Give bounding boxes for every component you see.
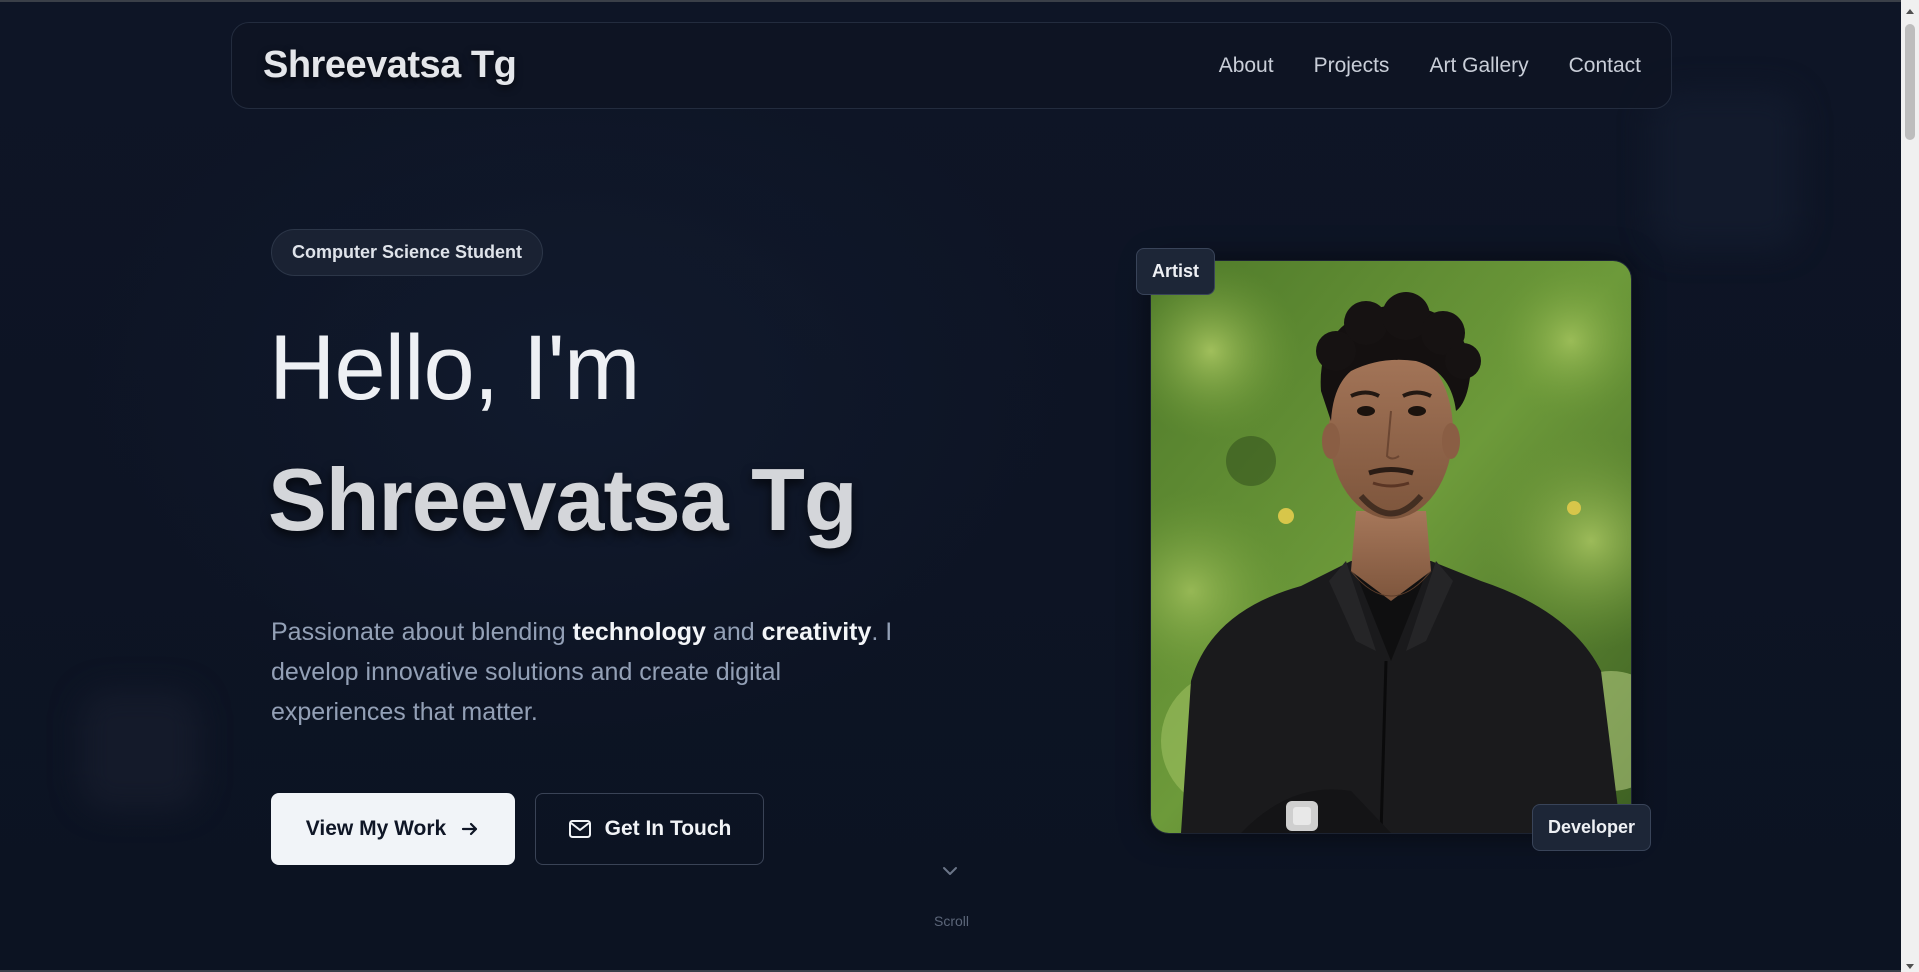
scroll-label: Scroll [934, 913, 970, 929]
intro-emphasis-creativity: creativity [761, 618, 872, 646]
page: Shreevatsa Tg About Projects Art Gallery… [0, 0, 1919, 972]
brand-logo[interactable]: Shreevatsa Tg [263, 44, 517, 87]
get-in-touch-label: Get In Touch [604, 817, 732, 840]
intro-text: Passionate about blending [271, 618, 573, 646]
scrollbar-thumb[interactable] [1905, 24, 1915, 140]
nav-link-contact[interactable]: Contact [1569, 54, 1641, 78]
window-top-edge [0, 0, 1919, 2]
nav-links: About Projects Art Gallery Contact [1219, 54, 1641, 78]
scroll-down-arrow-icon[interactable] [1905, 958, 1915, 969]
mail-icon [568, 819, 592, 839]
portrait-photo [1151, 261, 1631, 833]
scroll-up-arrow-icon[interactable] [1905, 4, 1915, 14]
intro-text: and [705, 618, 762, 646]
decorative-blob [1650, 90, 1800, 250]
hero-greeting: Hello, I'm [269, 317, 641, 419]
chevron-down-icon[interactable] [940, 864, 960, 883]
nav-link-about[interactable]: About [1219, 54, 1274, 78]
role-badge: Computer Science Student [271, 229, 544, 276]
get-in-touch-button[interactable]: Get In Touch [535, 793, 764, 865]
artist-tag: Artist [1136, 248, 1216, 295]
navbar: Shreevatsa Tg About Projects Art Gallery… [231, 22, 1672, 109]
intro-emphasis-technology: technology [572, 618, 706, 646]
nav-link-projects[interactable]: Projects [1314, 54, 1390, 78]
nav-link-art-gallery[interactable]: Art Gallery [1429, 54, 1528, 78]
hero-name: Shreevatsa Tg [268, 450, 858, 549]
decorative-blob [80, 690, 200, 810]
vertical-scrollbar[interactable] [1901, 0, 1919, 972]
developer-tag: Developer [1532, 804, 1652, 851]
view-my-work-label: View My Work [305, 817, 447, 840]
hero-intro: Passionate about blending technology and… [271, 612, 911, 732]
arrow-right-icon [460, 819, 480, 839]
view-my-work-button[interactable]: View My Work [271, 793, 515, 865]
